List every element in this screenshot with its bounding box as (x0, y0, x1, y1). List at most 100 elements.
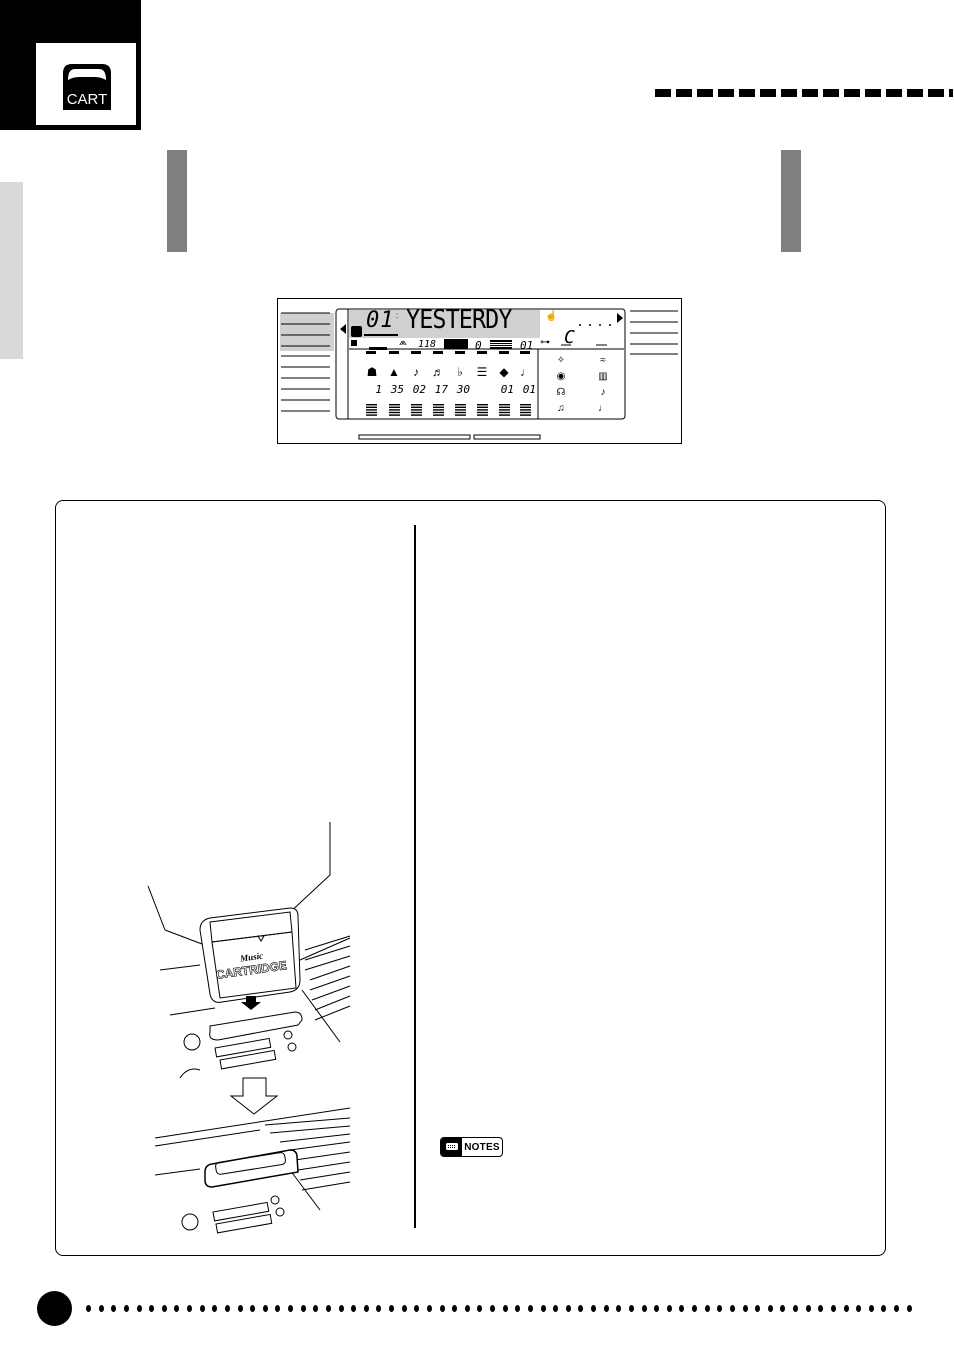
footer-dot (793, 1305, 798, 1312)
volume-bar-segment (366, 414, 377, 416)
hand-icon: ☝ (545, 311, 558, 322)
column-divider (414, 525, 416, 1228)
footer-dot (591, 1305, 596, 1312)
lcd-chord: C (564, 327, 575, 348)
footer-dot (540, 1305, 546, 1312)
guitar-icon: ♪ (413, 365, 419, 379)
volume-bar-segment (455, 406, 466, 408)
footer-dot (868, 1305, 874, 1312)
footer-dot (363, 1305, 369, 1312)
footer-dot (603, 1305, 609, 1312)
volume-bar-segment (499, 404, 510, 406)
footer-dot (262, 1305, 268, 1312)
lcd-measure-value: 01 (520, 339, 534, 352)
volume-bar-segment (455, 409, 466, 411)
footer-dot (565, 1305, 571, 1312)
footer-dot (679, 1305, 685, 1312)
part-value: 1 (375, 383, 382, 396)
footer-dot (490, 1305, 495, 1312)
part-icons-row: ☗ ▲ ♪ ♬ ♭ ☰ ◆ ♩ (364, 365, 539, 381)
title-bar-left (167, 150, 187, 252)
footer-dot (666, 1305, 672, 1312)
reverb-icon: ◉ (556, 371, 566, 382)
volume-bar-segment (366, 406, 377, 408)
footer-dot (325, 1305, 331, 1312)
footer-dot (98, 1305, 104, 1312)
keyboard-icon: ▥ (598, 371, 608, 382)
footer-dot (717, 1305, 723, 1312)
volume-bar-segment (411, 404, 422, 406)
volume-bar-segment (477, 404, 488, 406)
footer-dot (906, 1305, 912, 1312)
title-bar-right (781, 150, 801, 252)
footer-dot (654, 1305, 660, 1312)
footer-dot (553, 1305, 559, 1312)
volume-bar-segment (411, 406, 422, 408)
volume-bar-segment (499, 411, 510, 414)
harmony-icon: ✧ (556, 355, 566, 366)
lcd-transpose-value: 0 (475, 339, 482, 352)
notes-label: NOTES (464, 1141, 500, 1153)
style-icon: ♫ (557, 403, 565, 414)
lcd-display: 01 : YESTERDY 118 ⩕ 0 01 C ☝ ⊶ ☗ ▲ ♪ ♬ ♭ ☰ ◆ ♩ … (277, 298, 682, 444)
footer-dot (389, 1305, 394, 1312)
footer-dot (805, 1305, 811, 1312)
part-value: 30 (456, 383, 470, 396)
volume-bar-segment (520, 411, 531, 414)
footer-dot (123, 1305, 129, 1312)
footer-dot (86, 1305, 91, 1312)
split-icon: ♪ (600, 387, 606, 398)
volume-bar-segment (477, 409, 488, 411)
footer-dot (338, 1305, 344, 1312)
footer-dot (502, 1305, 508, 1312)
lcd-song-name: YESTERDY (406, 305, 512, 335)
lcd-tempo-value: 118 (418, 339, 437, 350)
strings-icon: ♬ (432, 365, 444, 379)
part-value: 17 (434, 383, 448, 396)
footer-dot (250, 1305, 256, 1312)
footer-dot (313, 1305, 319, 1312)
footer-dot (755, 1305, 761, 1312)
measure-indicator-icon (444, 339, 468, 349)
volume-bar-segment (389, 414, 400, 416)
volume-bar-segment (389, 409, 400, 411)
footer-dot (767, 1305, 773, 1312)
left-arrow-icon (340, 324, 346, 334)
volume-bar-segment (389, 411, 400, 414)
volume-bar-segment (433, 414, 444, 416)
volume-bar-segment (389, 404, 400, 406)
saxophone-icon: ♩ (520, 365, 532, 379)
lcd-song-number: 01 (366, 308, 395, 333)
footer-dot (401, 1305, 407, 1312)
footer-dot (224, 1305, 230, 1312)
footer-dot (477, 1305, 483, 1312)
footer-dot (818, 1305, 824, 1312)
footer-dot (187, 1305, 192, 1312)
footer-dot (149, 1305, 155, 1312)
footer-dot (641, 1305, 647, 1312)
header-dashed-rule (655, 89, 954, 98)
page-number-dot (37, 1291, 72, 1326)
volume-bar-segment (411, 414, 422, 416)
footer-dot (174, 1305, 180, 1312)
accompaniment-icon: ☰ (476, 365, 488, 379)
footer-dot (894, 1305, 899, 1312)
bass-icon: ▲ (388, 365, 400, 379)
volume-bar-segment (366, 409, 377, 411)
volume-bar-segment (366, 404, 377, 406)
volume-bar-segment (520, 409, 531, 411)
part-value: 02 (412, 383, 426, 396)
footer-dot (426, 1305, 432, 1312)
footer-dot (439, 1305, 445, 1312)
footer-dot (843, 1305, 849, 1312)
footer-dot (780, 1305, 786, 1312)
volume-bar-segment (433, 404, 444, 406)
footer-dot (515, 1305, 521, 1312)
footer-dot (351, 1305, 357, 1312)
cartridge-insert-illustration: Music CARTRIDGE (147, 822, 351, 1234)
piano-icon: ◆ (499, 365, 509, 379)
sustain-icon: ≈ (600, 355, 606, 366)
volume-bar-segment (477, 414, 488, 416)
footer-dot (830, 1305, 836, 1312)
volume-bar-segment (433, 406, 444, 408)
